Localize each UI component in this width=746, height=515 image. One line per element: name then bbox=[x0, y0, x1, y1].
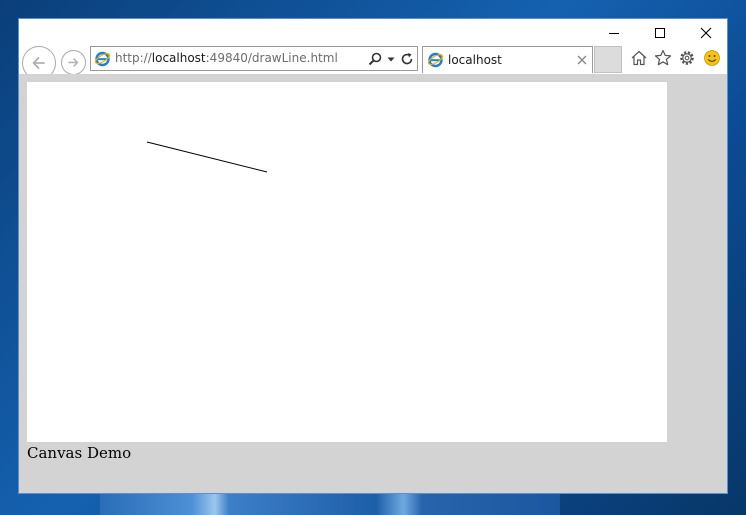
page-content: Canvas Demo bbox=[19, 74, 727, 493]
new-tab-button[interactable] bbox=[594, 46, 622, 73]
tab-title: localhost bbox=[448, 53, 502, 67]
drawing-canvas[interactable] bbox=[27, 82, 667, 442]
address-url[interactable]: http://localhost:49840/drawLine.html bbox=[115, 47, 338, 70]
tab-favicon-icon bbox=[427, 52, 444, 68]
minimize-button[interactable] bbox=[591, 19, 637, 47]
tab-localhost[interactable]: localhost bbox=[422, 46, 593, 73]
refresh-icon[interactable] bbox=[399, 51, 415, 67]
title-bar[interactable] bbox=[19, 19, 727, 47]
search-icon[interactable] bbox=[367, 51, 383, 67]
desktop-wallpaper bbox=[100, 493, 560, 515]
address-bar[interactable]: http://localhost:49840/drawLine.html bbox=[90, 46, 418, 71]
maximize-icon bbox=[655, 28, 665, 38]
dropdown-caret-icon[interactable] bbox=[386, 51, 396, 67]
url-host: localhost bbox=[151, 51, 206, 65]
tab-close-icon bbox=[577, 55, 587, 65]
forward-button[interactable] bbox=[61, 50, 86, 75]
favorites-button[interactable] bbox=[654, 49, 672, 67]
back-arrow-icon bbox=[32, 57, 45, 69]
ie-favicon-icon bbox=[94, 51, 111, 67]
home-button[interactable] bbox=[630, 49, 648, 67]
forward-arrow-icon bbox=[68, 58, 79, 67]
close-icon bbox=[700, 27, 712, 39]
maximize-button[interactable] bbox=[637, 19, 683, 47]
drawn-line bbox=[146, 141, 268, 173]
page-caption: Canvas Demo bbox=[27, 444, 132, 462]
smiley-icon bbox=[704, 50, 720, 66]
tab-close-button[interactable] bbox=[575, 53, 589, 67]
minimize-icon bbox=[609, 33, 619, 34]
url-scheme: http:// bbox=[115, 51, 152, 65]
tools-button[interactable] bbox=[678, 49, 696, 67]
gear-icon bbox=[680, 51, 694, 65]
close-button[interactable] bbox=[683, 19, 729, 47]
star-icon bbox=[654, 49, 672, 66]
feedback-button[interactable] bbox=[703, 49, 721, 67]
url-path: :49840/drawLine.html bbox=[205, 51, 338, 65]
home-icon bbox=[631, 50, 647, 66]
canvas-drawing bbox=[146, 141, 268, 173]
browser-window: http://localhost:49840/drawLine.html loc… bbox=[18, 18, 728, 494]
